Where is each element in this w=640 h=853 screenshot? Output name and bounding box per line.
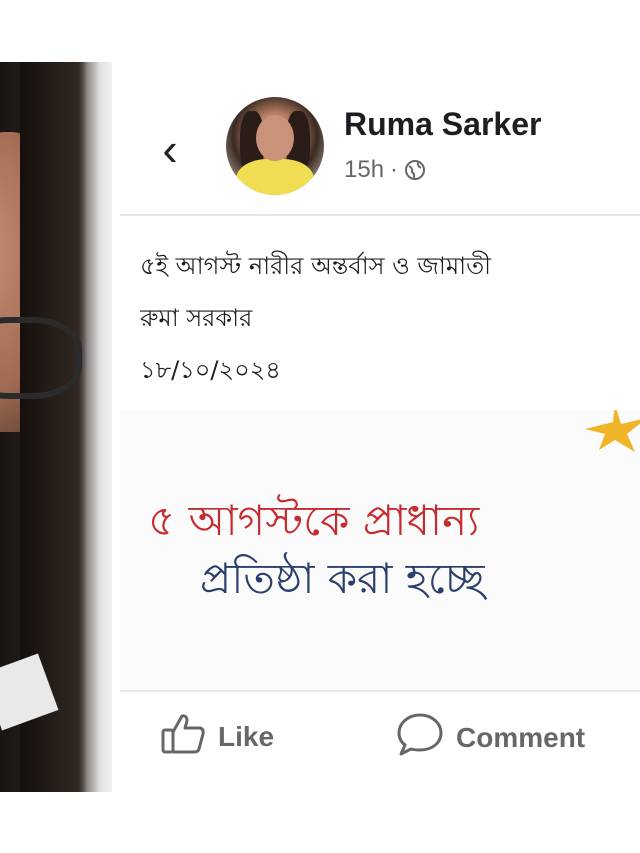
- avatar-head: [256, 115, 294, 161]
- comment-button[interactable]: Comment: [396, 712, 585, 763]
- post-time[interactable]: 15h: [344, 156, 384, 184]
- post-body: ৫ই আগস্ট নারীর অন্তর্বাস ও জামাতী রুমা স…: [140, 240, 640, 396]
- side-photo: [0, 62, 112, 792]
- post-meta: 15h ·: [344, 156, 426, 184]
- globe-icon: [404, 159, 426, 181]
- like-button[interactable]: Like: [160, 712, 274, 761]
- meta-separator: ·: [390, 156, 399, 183]
- actions-divider: [120, 690, 640, 692]
- post-text-line: রুমা সরকার: [140, 304, 253, 332]
- header-divider: [120, 214, 640, 216]
- photo-glasses: [0, 317, 82, 399]
- post-image[interactable]: ৫ আগস্টকে প্রাধান্য প্রতিষ্ঠা করা হচ্ছে: [120, 410, 640, 690]
- comment-bubble-icon: [396, 712, 444, 763]
- author-name[interactable]: Ruma Sarker: [344, 106, 541, 143]
- post-text-line: ১৮/১০/২০২৪: [140, 356, 281, 384]
- comment-label: Comment: [456, 721, 586, 753]
- sun-decoration-icon: [585, 410, 640, 452]
- chevron-left-icon[interactable]: ‹: [150, 124, 190, 174]
- post-actions: Like Comment: [160, 712, 640, 768]
- avatar-shirt: [236, 159, 314, 195]
- thumbs-up-icon: [160, 712, 206, 761]
- post-text-line: ৫ই আগস্ট নারীর অন্তর্বাস ও জামাতী: [140, 252, 492, 280]
- like-label: Like: [218, 720, 275, 752]
- image-headline-blue: প্রতিষ্ঠা করা হচ্ছে: [200, 554, 485, 603]
- avatar[interactable]: [226, 97, 324, 195]
